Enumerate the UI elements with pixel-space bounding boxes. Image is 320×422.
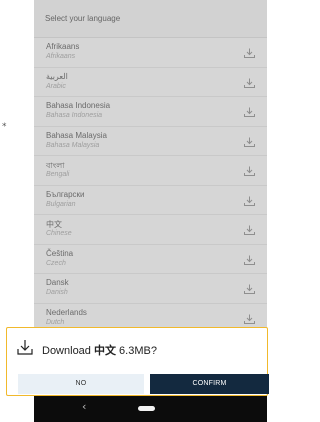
back-icon[interactable]: ‹ [82,400,86,413]
language-name: Čeština [46,248,74,258]
language-native-name: Danish [46,289,68,296]
download-icon[interactable] [244,166,255,176]
language-native-name: Bengali [46,171,70,178]
download-icon[interactable] [244,255,255,265]
language-native-name: Bulgarian [46,200,76,208]
language-native-name: Afrikaans [46,53,76,60]
language-name: العربية [46,71,68,81]
confirm-button[interactable]: CONFIRM [150,374,269,394]
home-pill-icon[interactable] [138,406,155,411]
language-name: Bahasa Indonesia [46,101,111,110]
language-row[interactable]: Български Bulgarian [34,186,267,215]
dialog-size: 6.3MB? [119,345,157,357]
download-icon[interactable] [244,48,255,58]
download-icon [17,340,33,355]
page-title: Select your language [34,0,267,38]
language-name: Afrikaans [46,42,80,51]
download-icon[interactable] [244,314,255,324]
download-dialog: Download 中文 6.3MB? NO CONFIRM [6,327,269,396]
download-icon[interactable] [244,284,255,294]
language-native-name: Czech [46,259,66,267]
dialog-language: 中文 [93,345,116,357]
language-name: 中文 [46,220,62,229]
background-marker: * [2,122,7,132]
language-list: Afrikaans Afrikaans العربية Arabic Bahasa In… [34,38,267,333]
language-row[interactable]: العربية Arabic [34,68,267,97]
language-row[interactable]: Čeština Czech [34,245,267,274]
language-native-name: Bahasa Malaysia [46,141,100,149]
language-row[interactable]: 中文 Chinese [34,215,267,245]
language-row[interactable]: বাংলা Bengali [34,156,267,186]
language-native-name: Bahasa Indonesia [46,112,103,119]
no-button[interactable]: NO [18,374,144,394]
download-icon[interactable] [244,107,255,117]
language-name: Nederlands [46,307,87,317]
language-row[interactable]: Afrikaans Afrikaans [34,38,267,68]
language-name: Dansk [46,278,69,287]
language-native-name: Dutch [46,318,65,326]
language-row[interactable]: Bahasa Malaysia Bahasa Malaysia [34,127,267,156]
language-name: Bahasa Malaysia [46,130,107,140]
language-row[interactable]: Dansk Danish [34,274,267,304]
language-name: Български [46,189,85,199]
language-row[interactable]: Bahasa Indonesia Bahasa Indonesia [34,97,267,127]
download-icon[interactable] [244,78,255,88]
dialog-message: Download 中文 6.3MB? [42,342,157,358]
download-icon[interactable] [244,225,255,235]
language-native-name: Arabic [46,82,66,90]
download-icon[interactable] [244,196,255,206]
download-icon[interactable] [244,137,255,147]
language-native-name: Chinese [46,230,72,237]
dialog-prefix: Download [42,345,91,357]
system-navigation-bar: ‹ [34,395,267,422]
